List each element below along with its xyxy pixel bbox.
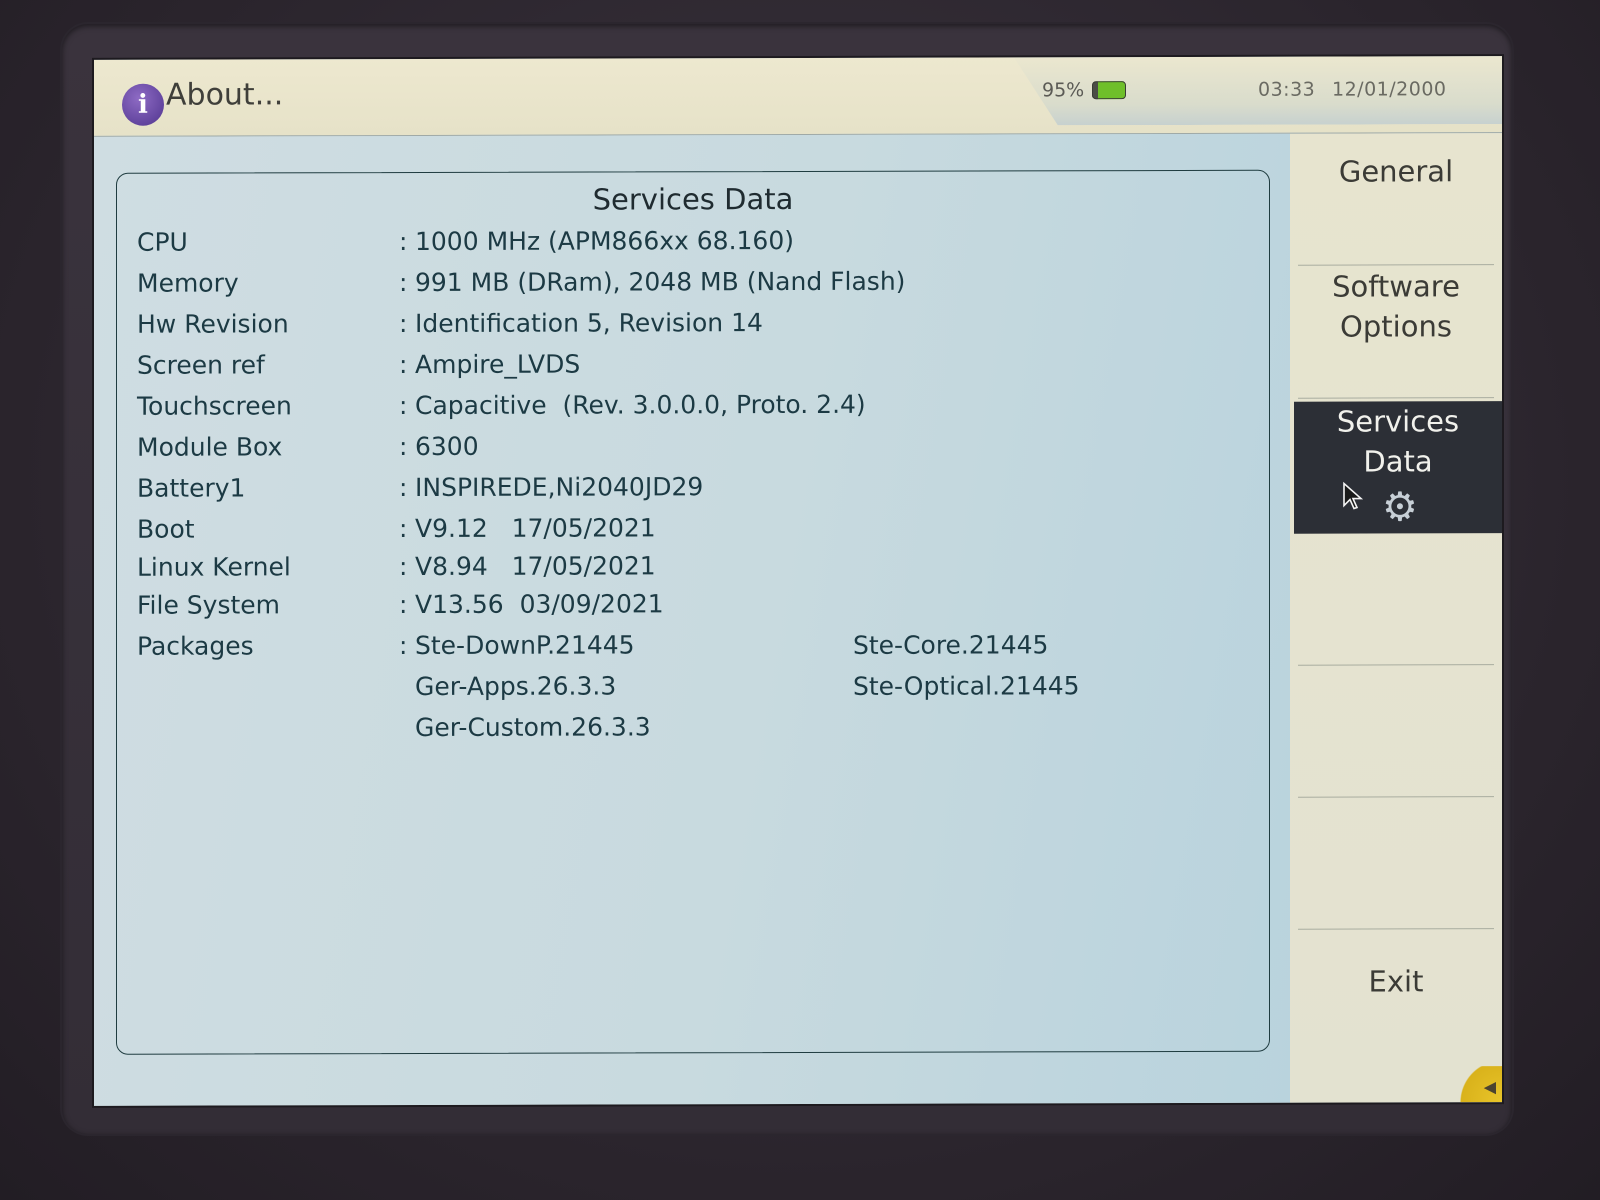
info-row-battery1: Battery1 : INSPIREDE,Ni2040JD29 — [117, 471, 1269, 512]
row-label: Battery1 — [137, 473, 246, 503]
row-separator: : — [399, 268, 408, 298]
row-value: 6300 — [415, 431, 479, 462]
title-bar: i About... 95% 03:33 12/01/2000 — [94, 56, 1502, 137]
row-separator: : — [399, 227, 408, 257]
row-separator: : — [399, 432, 408, 462]
battery-icon — [1092, 81, 1126, 100]
menu-item-label: Options — [1340, 309, 1452, 344]
row-separator: : — [399, 514, 408, 544]
gear-icon: ⚙ — [1382, 484, 1418, 531]
content-area: Services Data CPU : 1000 MHz (APM866xx 6… — [94, 133, 1290, 1106]
battery-percent: 95% — [1042, 79, 1085, 102]
side-menu: General Software Options Services Data ⚙… — [1290, 133, 1502, 1103]
info-row-linux-kernel: Linux Kernel : V8.94 17/05/2021 — [117, 550, 1269, 591]
row-separator: : — [399, 473, 408, 503]
row-value: INSPIREDE,Ni2040JD29 — [415, 472, 704, 503]
package-item: Ste-Core.21445 — [853, 630, 1049, 660]
info-icon: i — [122, 83, 164, 126]
info-row-touchscreen: Touchscreen : Capacitive (Rev. 3.0.0.0, … — [117, 389, 1269, 430]
package-item: Ste-DownP.21445 — [415, 630, 635, 661]
panel-title: Services Data — [592, 182, 794, 217]
menu-item-label: Data — [1363, 444, 1433, 479]
mouse-cursor-icon — [1343, 481, 1364, 510]
menu-item-label: Exit — [1368, 964, 1424, 999]
package-item: Ger-Apps.26.3.3 — [415, 671, 617, 702]
menu-item-exit[interactable]: Exit — [1298, 929, 1494, 1062]
info-row-file-system: File System : V13.56 03/09/2021 — [117, 588, 1269, 629]
row-separator: : — [399, 309, 408, 339]
window-title: About... — [166, 77, 284, 113]
row-label: File System — [137, 590, 281, 620]
row-separator: : — [399, 552, 408, 582]
row-label: Touchscreen — [137, 391, 292, 421]
row-label: Screen ref — [137, 350, 265, 380]
clock-date: 12/01/2000 — [1332, 78, 1447, 101]
menu-item-empty — [1298, 533, 1494, 666]
row-separator: : — [399, 590, 408, 620]
row-value: V13.56 03/09/2021 — [415, 589, 664, 620]
menu-item-label: Software — [1332, 269, 1460, 304]
row-value: Ampire_LVDS — [415, 349, 581, 380]
menu-item-empty — [1298, 797, 1494, 930]
row-label: Linux Kernel — [137, 552, 291, 582]
menu-item-label: Services — [1336, 404, 1460, 439]
row-value: Identification 5, Revision 14 — [415, 308, 763, 339]
info-row-cpu: CPU : 1000 MHz (APM866xx 68.160) — [117, 225, 1269, 266]
menu-item-general[interactable]: General — [1298, 133, 1494, 266]
row-label: Packages — [137, 631, 254, 661]
row-label: Module Box — [137, 432, 283, 462]
row-label: CPU — [137, 227, 188, 257]
info-row-memory: Memory : 991 MB (DRam), 2048 MB (Nand Fl… — [117, 266, 1269, 307]
info-row-module-box: Module Box : 6300 — [117, 430, 1269, 471]
menu-item-empty — [1298, 665, 1494, 798]
corner-button[interactable]: ◀ — [1456, 1066, 1502, 1103]
clock-time: 03:33 — [1258, 78, 1316, 101]
info-row-boot: Boot : V9.12 17/05/2021 — [117, 512, 1269, 553]
menu-item-label: General — [1338, 154, 1454, 189]
row-separator: : — [399, 631, 408, 661]
menu-item-software-options[interactable]: Software Options — [1298, 266, 1494, 399]
row-separator: : — [399, 350, 408, 380]
row-label: Boot — [137, 514, 195, 544]
row-label: Hw Revision — [137, 309, 289, 339]
package-item: Ger-Custom.26.3.3 — [415, 712, 651, 743]
triangle-left-icon: ◀ — [1483, 1077, 1496, 1097]
row-value: 991 MB (DRam), 2048 MB (Nand Flash) — [415, 266, 906, 298]
row-separator: : — [399, 391, 408, 421]
package-item: Ste-Optical.21445 — [853, 671, 1080, 701]
device-screen: i About... 95% 03:33 12/01/2000 Services… — [94, 56, 1502, 1106]
menu-item-services-data[interactable]: Services Data ⚙ — [1294, 401, 1502, 534]
info-row-packages: Packages : — [117, 629, 1269, 670]
row-value: V9.12 17/05/2021 — [415, 513, 656, 544]
row-value: 1000 MHz (APM866xx 68.160) — [415, 226, 794, 257]
row-label: Memory — [137, 268, 239, 298]
services-data-panel: Services Data CPU : 1000 MHz (APM866xx 6… — [116, 169, 1270, 1055]
row-value: V8.94 17/05/2021 — [415, 551, 656, 582]
info-row-hw-revision: Hw Revision : Identification 5, Revision… — [117, 307, 1269, 348]
row-value: Capacitive (Rev. 3.0.0.0, Proto. 2.4) — [415, 389, 866, 421]
info-row-screen-ref: Screen ref : Ampire_LVDS — [117, 348, 1269, 389]
